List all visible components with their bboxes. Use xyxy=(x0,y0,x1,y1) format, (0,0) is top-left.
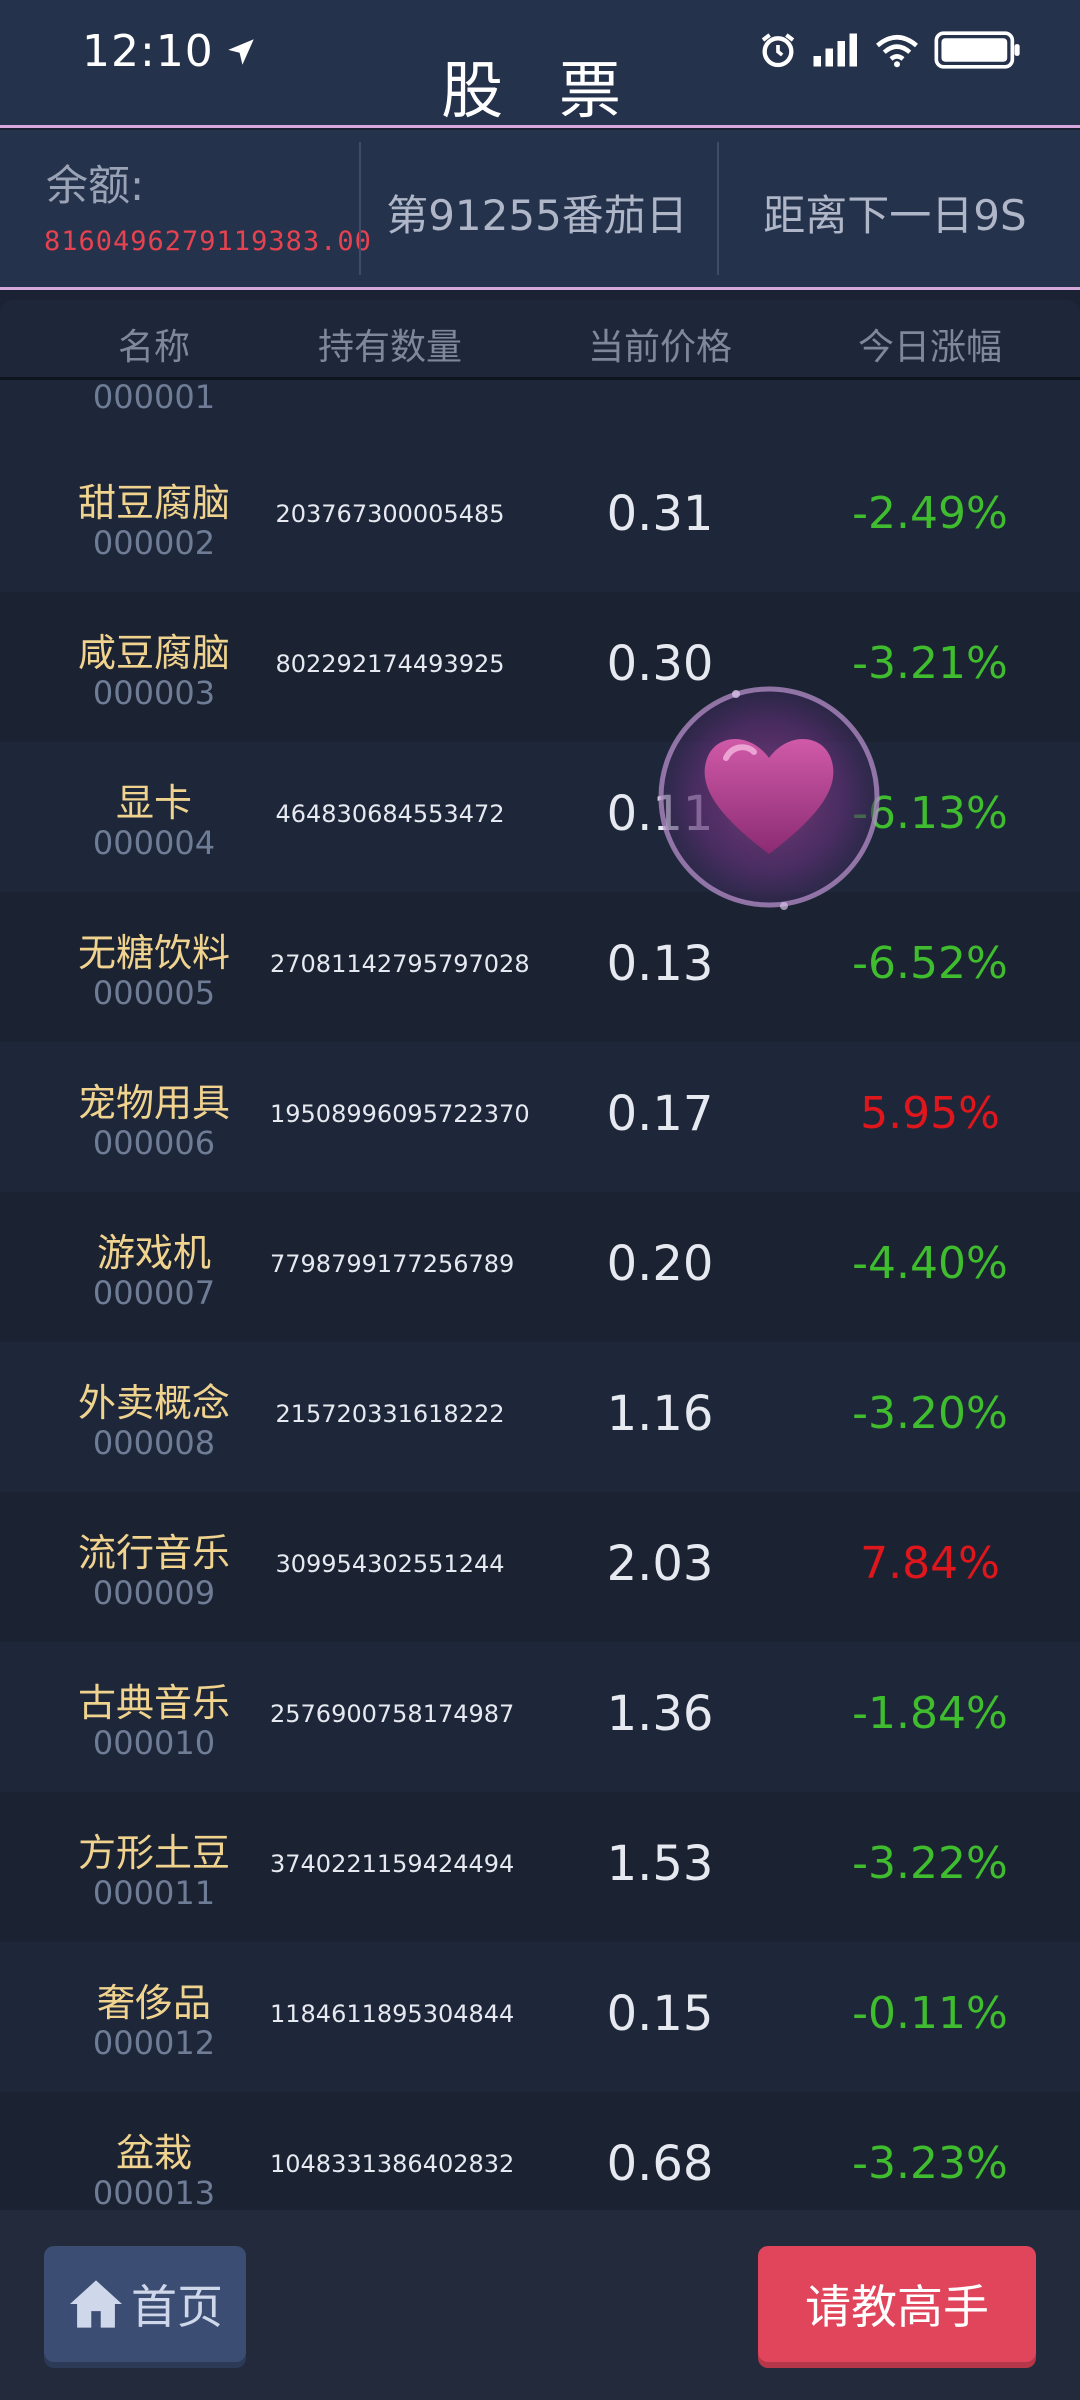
stock-list[interactable]: 000001 甜豆腐脑 000002 203767300005485 0.31 -2.4… xyxy=(0,380,1080,2210)
stock-code: 000010 xyxy=(92,1724,216,1762)
daily-change: 7.84% xyxy=(860,1538,1000,1589)
bottom-bar: 首页 请教高手 xyxy=(0,2210,1080,2400)
table-row[interactable]: 盆栽 000013 1048331386402832 0.68 -3.23% xyxy=(0,2092,1080,2210)
stock-name: 古典音乐 xyxy=(77,1681,230,1725)
stock-name: 宠物用具 xyxy=(77,1081,230,1125)
current-price: 0.15 xyxy=(606,1986,714,2042)
holding-quantity: 2576900758174987 xyxy=(270,1700,515,1728)
table-row[interactable]: 宠物用具 000006 19508996095722370 0.17 5.95% xyxy=(0,1042,1080,1192)
next-day-countdown: 距离下一日9S xyxy=(763,191,1027,240)
holding-quantity: 27081142795797028 xyxy=(270,950,530,978)
table-row[interactable]: 古典音乐 000010 2576900758174987 1.36 -1.84% xyxy=(0,1642,1080,1792)
stock-table-header: 名称 持有数量 当前价格 今日涨幅 xyxy=(0,300,1080,380)
current-price: 1.53 xyxy=(606,1836,714,1892)
holding-quantity: 309954302551244 xyxy=(275,1550,505,1578)
current-price: 1.16 xyxy=(606,1386,714,1442)
stock-code: 000013 xyxy=(92,2174,216,2210)
stock-code: 000008 xyxy=(92,1424,216,1462)
stock-name: 咸豆腐脑 xyxy=(77,631,230,675)
stock-code: 000001 xyxy=(92,380,216,416)
balance-value: 8160496279119383.00 xyxy=(44,226,372,257)
current-price: 0.20 xyxy=(606,1236,714,1292)
stock-name: 游戏机 xyxy=(96,1231,211,1275)
daily-change: -2.49% xyxy=(852,488,1008,539)
heart-icon xyxy=(658,686,880,910)
daily-change: -1.84% xyxy=(852,1688,1008,1739)
stock-code: 000006 xyxy=(92,1124,216,1162)
column-header-quantity: 持有数量 xyxy=(317,327,462,368)
wifi-icon xyxy=(876,35,918,68)
account-info-bar: 余额: 8160496279119383.00 第91255番茄日 距离下一日9… xyxy=(0,130,1080,290)
current-price: 0.68 xyxy=(606,2136,714,2192)
stock-name: 无糖饮料 xyxy=(77,931,230,975)
holding-quantity: 215720331618222 xyxy=(275,1400,505,1428)
battery-icon xyxy=(934,31,1020,69)
current-day-text: 第91255番茄日 xyxy=(386,191,688,240)
stock-code: 000007 xyxy=(92,1274,216,1312)
balance-label: 余额: xyxy=(46,161,145,210)
table-row[interactable]: 奢侈品 000012 1184611895304844 0.15 -0.11% xyxy=(0,1942,1080,2092)
holding-quantity: 3740221159424494 xyxy=(270,1850,515,1878)
daily-change: -4.40% xyxy=(852,1238,1008,1289)
holding-quantity: 464830684553472 xyxy=(275,800,505,828)
current-price: 0.31 xyxy=(606,486,714,542)
table-row[interactable]: 外卖概念 000008 215720331618222 1.16 -3.20% xyxy=(0,1342,1080,1492)
holding-quantity: 1048331386402832 xyxy=(270,2150,515,2178)
ask-expert-button[interactable]: 请教高手 xyxy=(758,2246,1036,2362)
home-icon xyxy=(70,2280,122,2328)
stock-code: 000012 xyxy=(92,2024,216,2062)
table-row[interactable]: 方形土豆 000011 3740221159424494 1.53 -3.22% xyxy=(0,1792,1080,1942)
column-header-name: 名称 xyxy=(117,327,190,368)
current-price: 1.36 xyxy=(606,1686,714,1742)
holding-quantity: 1184611895304844 xyxy=(270,2000,515,2028)
stock-name: 盆栽 xyxy=(115,2131,192,2175)
stock-name: 方形土豆 xyxy=(77,1831,230,1875)
system-icons xyxy=(758,30,1022,70)
stock-code: 000005 xyxy=(92,974,216,1012)
home-button-label: 首页 xyxy=(131,2280,223,2334)
holding-quantity: 203767300005485 xyxy=(275,500,505,528)
home-button[interactable]: 首页 xyxy=(44,2246,246,2362)
stock-name: 流行音乐 xyxy=(77,1531,230,1575)
stock-name: 显卡 xyxy=(115,781,192,825)
column-header-change: 今日涨幅 xyxy=(857,327,1002,368)
alarm-icon xyxy=(761,33,795,68)
daily-change: -3.22% xyxy=(852,1838,1008,1889)
stock-name: 甜豆腐脑 xyxy=(77,481,230,525)
table-row[interactable]: 无糖饮料 000005 27081142795797028 0.13 -6.52% xyxy=(0,892,1080,1042)
holding-quantity: 802292174493925 xyxy=(275,650,505,678)
daily-change: -3.20% xyxy=(852,1388,1008,1439)
stock-code: 000003 xyxy=(92,674,216,712)
daily-change: -6.52% xyxy=(852,938,1008,989)
table-row[interactable]: 000001 xyxy=(0,380,1080,442)
stock-code: 000002 xyxy=(92,524,216,562)
info-divider xyxy=(717,142,719,275)
stock-code: 000011 xyxy=(92,1874,216,1912)
info-divider xyxy=(359,142,361,275)
signal-icon xyxy=(813,33,857,67)
floating-heart-button[interactable] xyxy=(656,684,882,910)
holding-quantity: 7798799177256789 xyxy=(270,1250,515,1278)
column-header-price: 当前价格 xyxy=(587,327,732,368)
stock-code: 000004 xyxy=(92,824,216,862)
stock-name: 外卖概念 xyxy=(77,1381,230,1425)
current-price: 0.17 xyxy=(606,1086,714,1142)
ask-expert-label: 请教高手 xyxy=(805,2280,989,2334)
daily-change: -3.21% xyxy=(852,638,1008,689)
stock-code: 000009 xyxy=(92,1574,216,1612)
table-row[interactable]: 游戏机 000007 7798799177256789 0.20 -4.40% xyxy=(0,1192,1080,1342)
table-row[interactable]: 甜豆腐脑 000002 203767300005485 0.31 -2.49% xyxy=(0,442,1080,592)
daily-change: -3.23% xyxy=(852,2138,1008,2189)
daily-change: -0.11% xyxy=(852,1988,1008,2039)
stock-name: 奢侈品 xyxy=(96,1981,211,2025)
status-header-bar: 12:10 股 票 xyxy=(0,0,1080,128)
table-row[interactable]: 咸豆腐脑 000003 802292174493925 0.30 -3.21% xyxy=(0,592,1080,742)
table-row[interactable]: 流行音乐 000009 309954302551244 2.03 7.84% xyxy=(0,1492,1080,1642)
current-price: 0.13 xyxy=(606,936,714,992)
current-price: 2.03 xyxy=(606,1536,714,1592)
holding-quantity: 19508996095722370 xyxy=(270,1100,530,1128)
daily-change: 5.95% xyxy=(860,1088,1000,1139)
table-row[interactable]: 显卡0000044648306845534720.11-6.13% xyxy=(0,742,1080,892)
